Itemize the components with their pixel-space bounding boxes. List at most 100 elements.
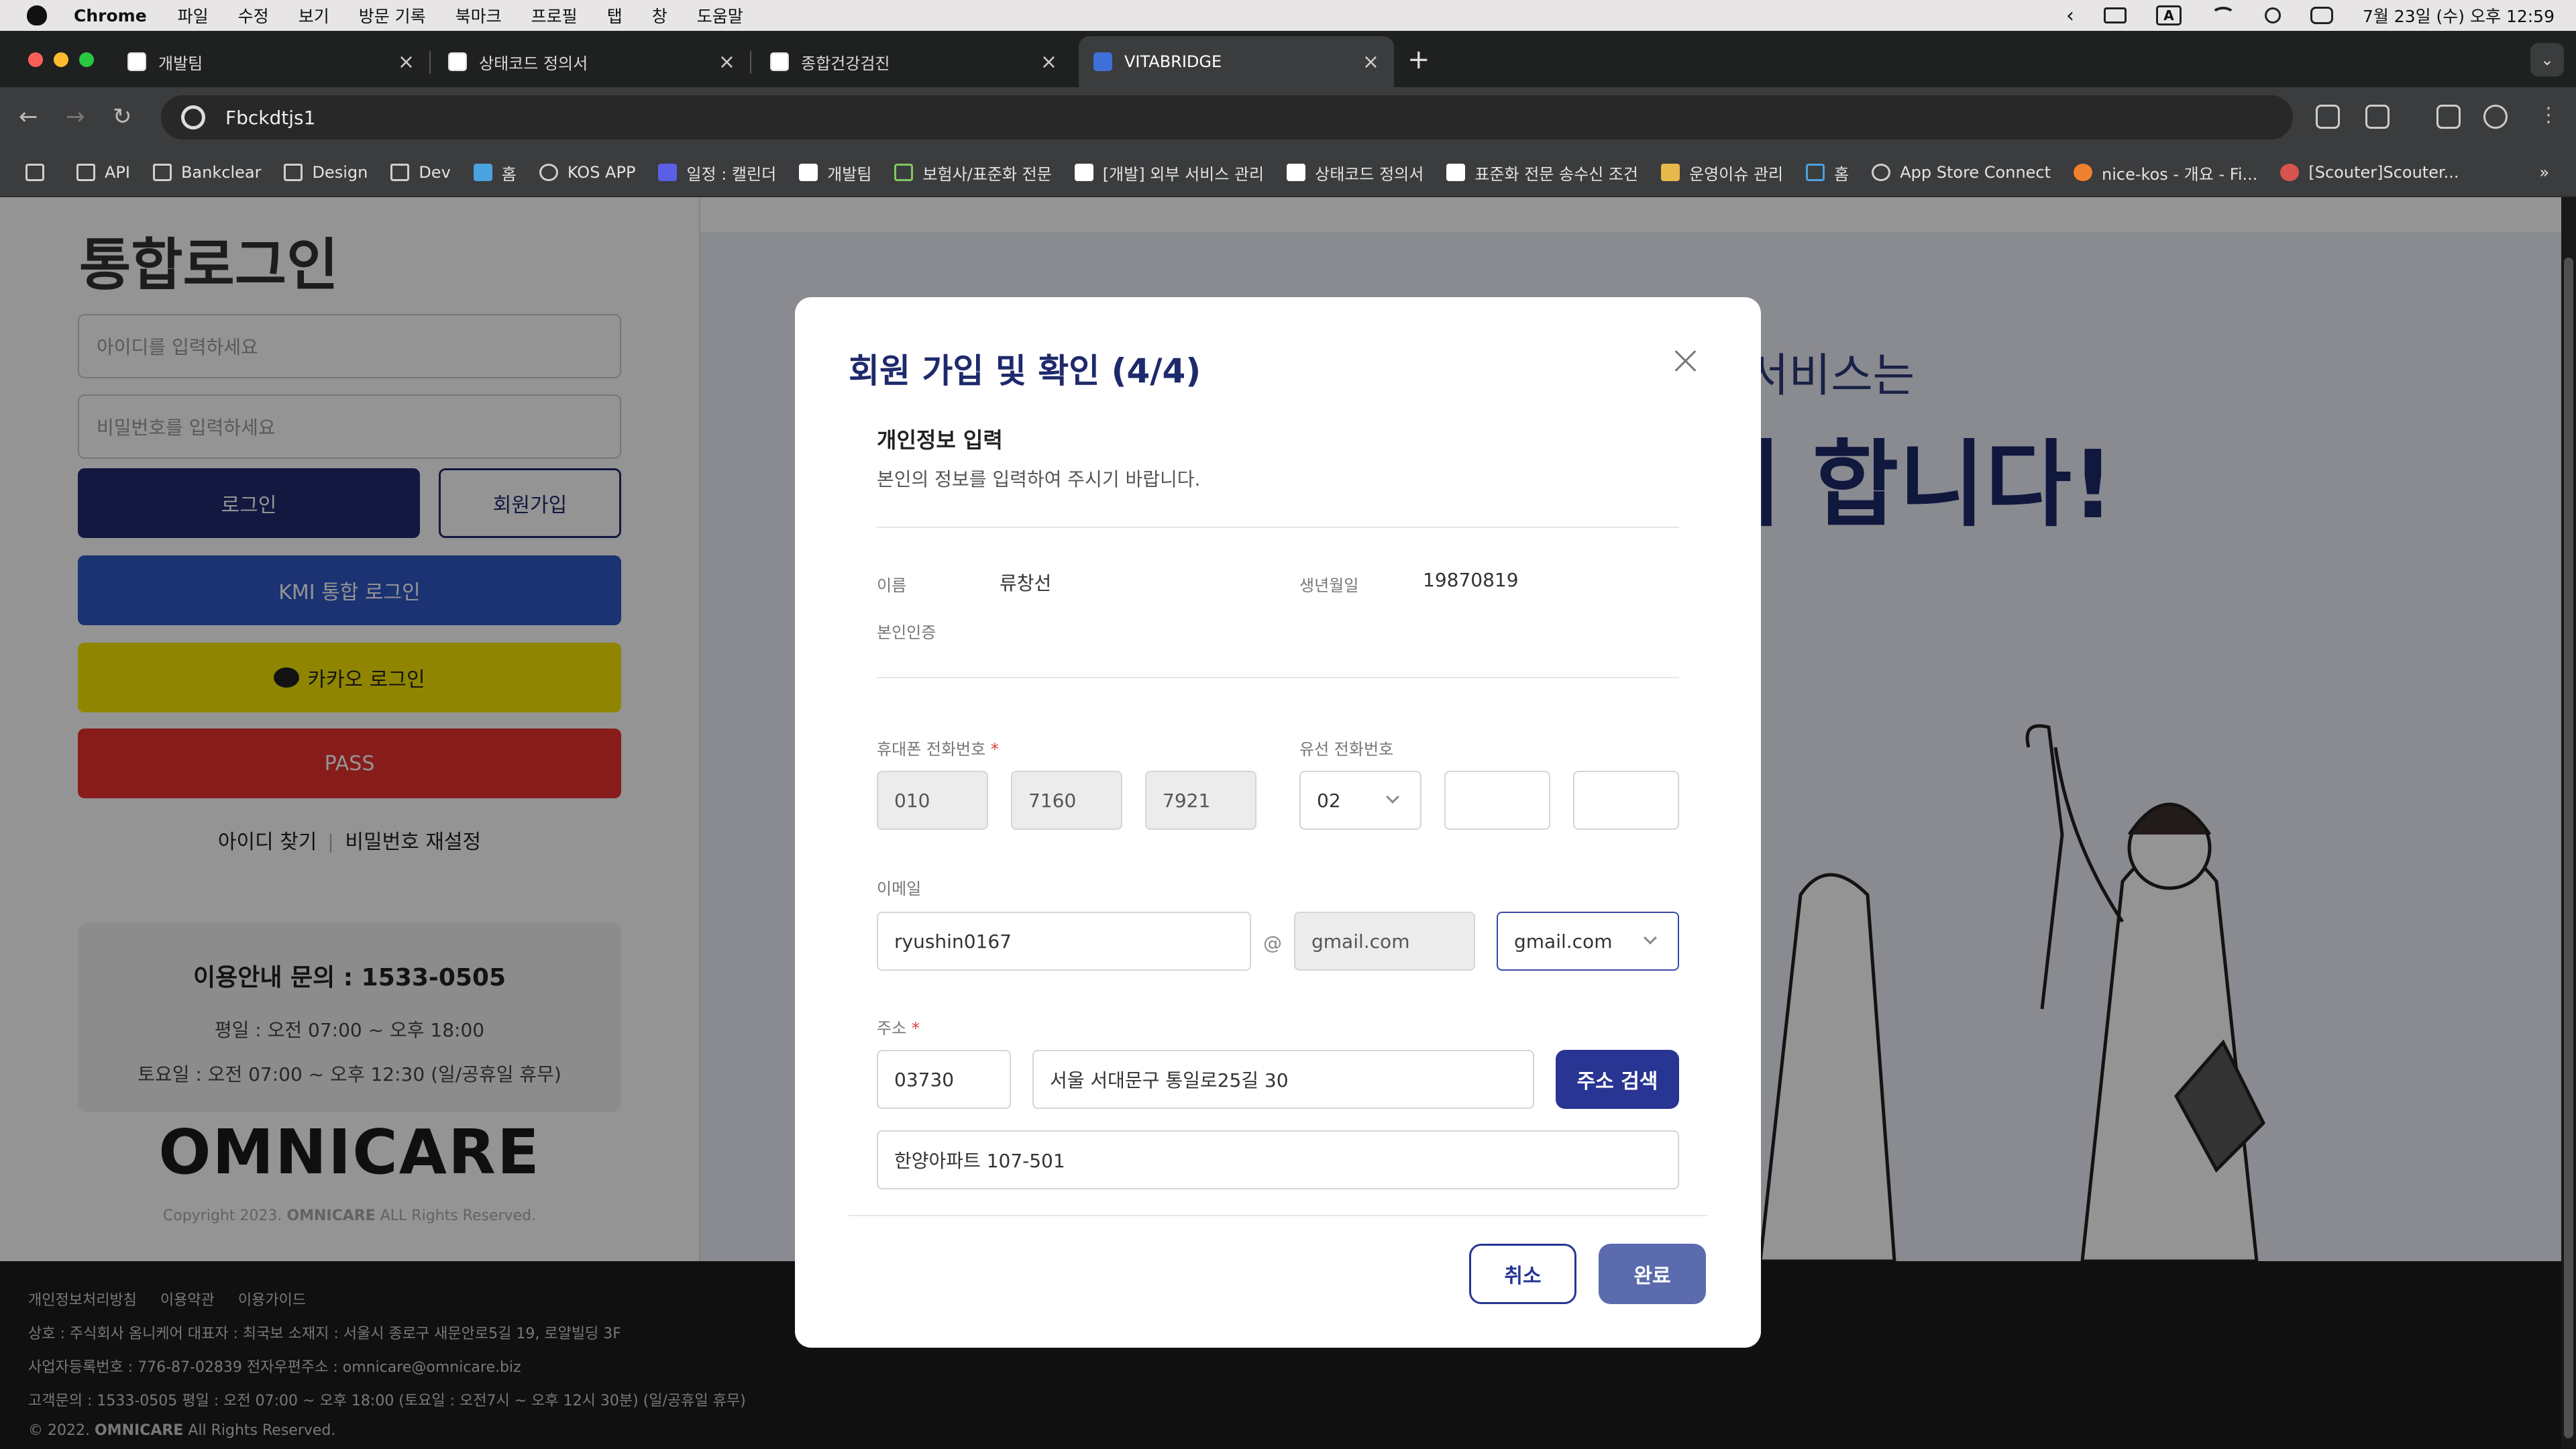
bookmarks-bar: API Bankclear Design Dev 홈 KOS APP 일정 : … — [0, 149, 2576, 197]
more-menu-icon[interactable]: ⋮ — [2538, 103, 2559, 127]
new-tab-icon[interactable]: + — [1407, 44, 1430, 75]
tab-search-icon[interactable]: ⌄ — [2530, 43, 2564, 76]
address-field[interactable]: 서울 서대문구 통일로25길 30 — [1032, 1050, 1534, 1109]
bookmark-insurance[interactable]: 보험사/표준화 전문 — [894, 161, 1052, 184]
close-window-icon[interactable] — [28, 52, 43, 67]
notion-icon — [799, 164, 818, 181]
display-icon[interactable] — [2103, 7, 2127, 23]
more-bookmarks-icon[interactable]: » — [2539, 163, 2549, 182]
address-search-button[interactable]: 주소 검색 — [1556, 1050, 1679, 1109]
bookmark-external-service[interactable]: [개발] 외부 서비스 관리 — [1074, 161, 1264, 184]
spotlight-search-icon[interactable] — [2264, 7, 2281, 23]
download-icon[interactable] — [2436, 105, 2461, 129]
input-source-icon[interactable]: A — [2155, 5, 2182, 25]
notion-icon — [448, 52, 467, 71]
tab-vitabridge[interactable]: VITABRIDGE × — [1079, 36, 1394, 87]
bookmark-scouter[interactable]: [Scouter]Scouter... — [2280, 163, 2459, 182]
reload-icon[interactable]: ↻ — [113, 103, 132, 130]
verify-label: 본인인증 — [877, 623, 936, 642]
chevron-left-icon[interactable]: ‹ — [2066, 4, 2074, 28]
menu-window[interactable]: 창 — [652, 3, 667, 28]
apps-grid-icon[interactable] — [25, 164, 54, 181]
birth-label: 생년월일 — [1299, 576, 1359, 595]
bookmark-home-2[interactable]: 홈 — [1806, 161, 1849, 184]
bookmark-bankclear[interactable]: Bankclear — [152, 163, 261, 182]
bookmark-dev[interactable]: Dev — [390, 163, 451, 182]
email-domain-field[interactable]: gmail.com — [1294, 912, 1475, 971]
landline-last-field[interactable] — [1573, 771, 1679, 830]
close-tab-icon[interactable]: × — [1040, 50, 1057, 74]
close-tab-icon[interactable]: × — [1362, 50, 1379, 74]
mobile-prefix-field[interactable]: 010 — [877, 771, 988, 830]
bookmark-home[interactable]: 홈 — [473, 161, 517, 184]
minimize-window-icon[interactable] — [54, 52, 68, 67]
menu-bookmarks[interactable]: 북마크 — [455, 3, 502, 28]
close-tab-icon[interactable]: × — [718, 50, 735, 74]
signup-modal: 회원 가입 및 확인 (4/4) 개인정보 입력 본인의 정보를 입력하여 주시… — [795, 297, 1761, 1348]
address-label: 주소 * — [877, 1019, 920, 1038]
menu-view[interactable]: 보기 — [299, 3, 329, 28]
landline-middle-field[interactable] — [1444, 771, 1550, 830]
bookmark-ops-issue[interactable]: 운영이슈 관리 — [1661, 161, 1783, 184]
address-bar[interactable]: Fbckdtjs1 — [161, 95, 2293, 140]
screenshot-icon[interactable] — [2316, 105, 2340, 129]
mobile-middle-field[interactable]: 7160 — [1011, 771, 1122, 830]
close-icon[interactable] — [1668, 344, 1702, 378]
menu-help[interactable]: 도움말 — [697, 3, 743, 28]
email-id-field[interactable]: ryushin0167 — [877, 912, 1251, 971]
bookmark-devteam[interactable]: 개발팀 — [799, 161, 871, 184]
notion-icon — [1287, 164, 1306, 181]
notion-icon — [1074, 164, 1093, 181]
back-icon[interactable]: ← — [19, 103, 38, 130]
wifi-icon[interactable] — [2210, 7, 2235, 24]
tab-title: 종합건강검진 — [801, 54, 890, 73]
bookmark-calendar[interactable]: 일정 : 캘린더 — [658, 161, 776, 184]
required-mark: * — [911, 1019, 920, 1038]
mobile-label: 휴대폰 전화번호 * — [877, 740, 999, 759]
landline-label: 유선 전화번호 — [1299, 740, 1394, 759]
name-label: 이름 — [877, 576, 907, 595]
puzzle-icon — [894, 164, 914, 181]
address-text[interactable]: Fbckdtjs1 — [225, 107, 315, 129]
image-icon — [1661, 164, 1680, 181]
address-detail-field[interactable]: 한양아파트 107-501 — [877, 1130, 1679, 1189]
cancel-button[interactable]: 취소 — [1469, 1244, 1576, 1304]
clock[interactable]: 7월 23일 (수) 오후 12:59 — [2363, 3, 2555, 28]
app-menu-chrome[interactable]: Chrome — [74, 6, 147, 25]
folder-icon — [284, 164, 303, 181]
tab-devteam[interactable]: 개발팀 × — [127, 36, 431, 87]
forward-icon[interactable]: → — [66, 103, 85, 130]
tab-status-code[interactable]: 상태코드 정의서 × — [448, 36, 751, 87]
divider — [877, 677, 1679, 678]
modal-title: 회원 가입 및 확인 (4/4) — [849, 352, 1201, 390]
email-label: 이메일 — [877, 879, 922, 898]
bookmark-app-store-connect[interactable]: App Store Connect — [1872, 163, 2051, 182]
landline-area-select[interactable]: 02 — [1299, 771, 1421, 830]
figma-icon — [2074, 164, 2093, 181]
profile-icon[interactable] — [2483, 105, 2508, 129]
hospital-icon — [770, 52, 789, 71]
email-domain-select[interactable]: gmail.com — [1497, 912, 1679, 971]
mobile-last-field[interactable]: 7921 — [1145, 771, 1256, 830]
bookmark-design[interactable]: Design — [284, 163, 368, 182]
menu-edit[interactable]: 수정 — [238, 3, 269, 28]
menu-tab[interactable]: 탭 — [607, 3, 623, 28]
browser-toolbar: ← → ↻ Fbckdtjs1 ⋮ — [0, 87, 2576, 149]
control-center-icon[interactable] — [2310, 7, 2333, 24]
bookmark-status-code[interactable]: 상태코드 정의서 — [1287, 161, 1424, 184]
menu-profile[interactable]: 프로필 — [531, 3, 578, 28]
apple-menu-icon[interactable] — [27, 5, 47, 25]
zoom-window-icon[interactable] — [79, 52, 94, 67]
extensions-icon[interactable] — [2365, 105, 2390, 129]
close-tab-icon[interactable]: × — [398, 50, 415, 74]
bookmark-api[interactable]: API — [76, 163, 130, 182]
menu-file[interactable]: 파일 — [178, 3, 209, 28]
menu-history[interactable]: 방문 기록 — [359, 3, 426, 28]
tab-title: VITABRIDGE — [1124, 52, 1222, 71]
complete-button[interactable]: 완료 — [1599, 1244, 1706, 1304]
bookmark-kos-app[interactable]: KOS APP — [539, 163, 635, 182]
bookmark-nice-kos[interactable]: nice-kos - 개요 - Fi... — [2074, 161, 2257, 184]
tab-health-checkup[interactable]: 종합건강검진 × — [770, 36, 1072, 87]
bookmark-standard-msg[interactable]: 표준화 전문 송수신 조건 — [1446, 161, 1638, 184]
zipcode-field[interactable]: 03730 — [877, 1050, 1011, 1109]
